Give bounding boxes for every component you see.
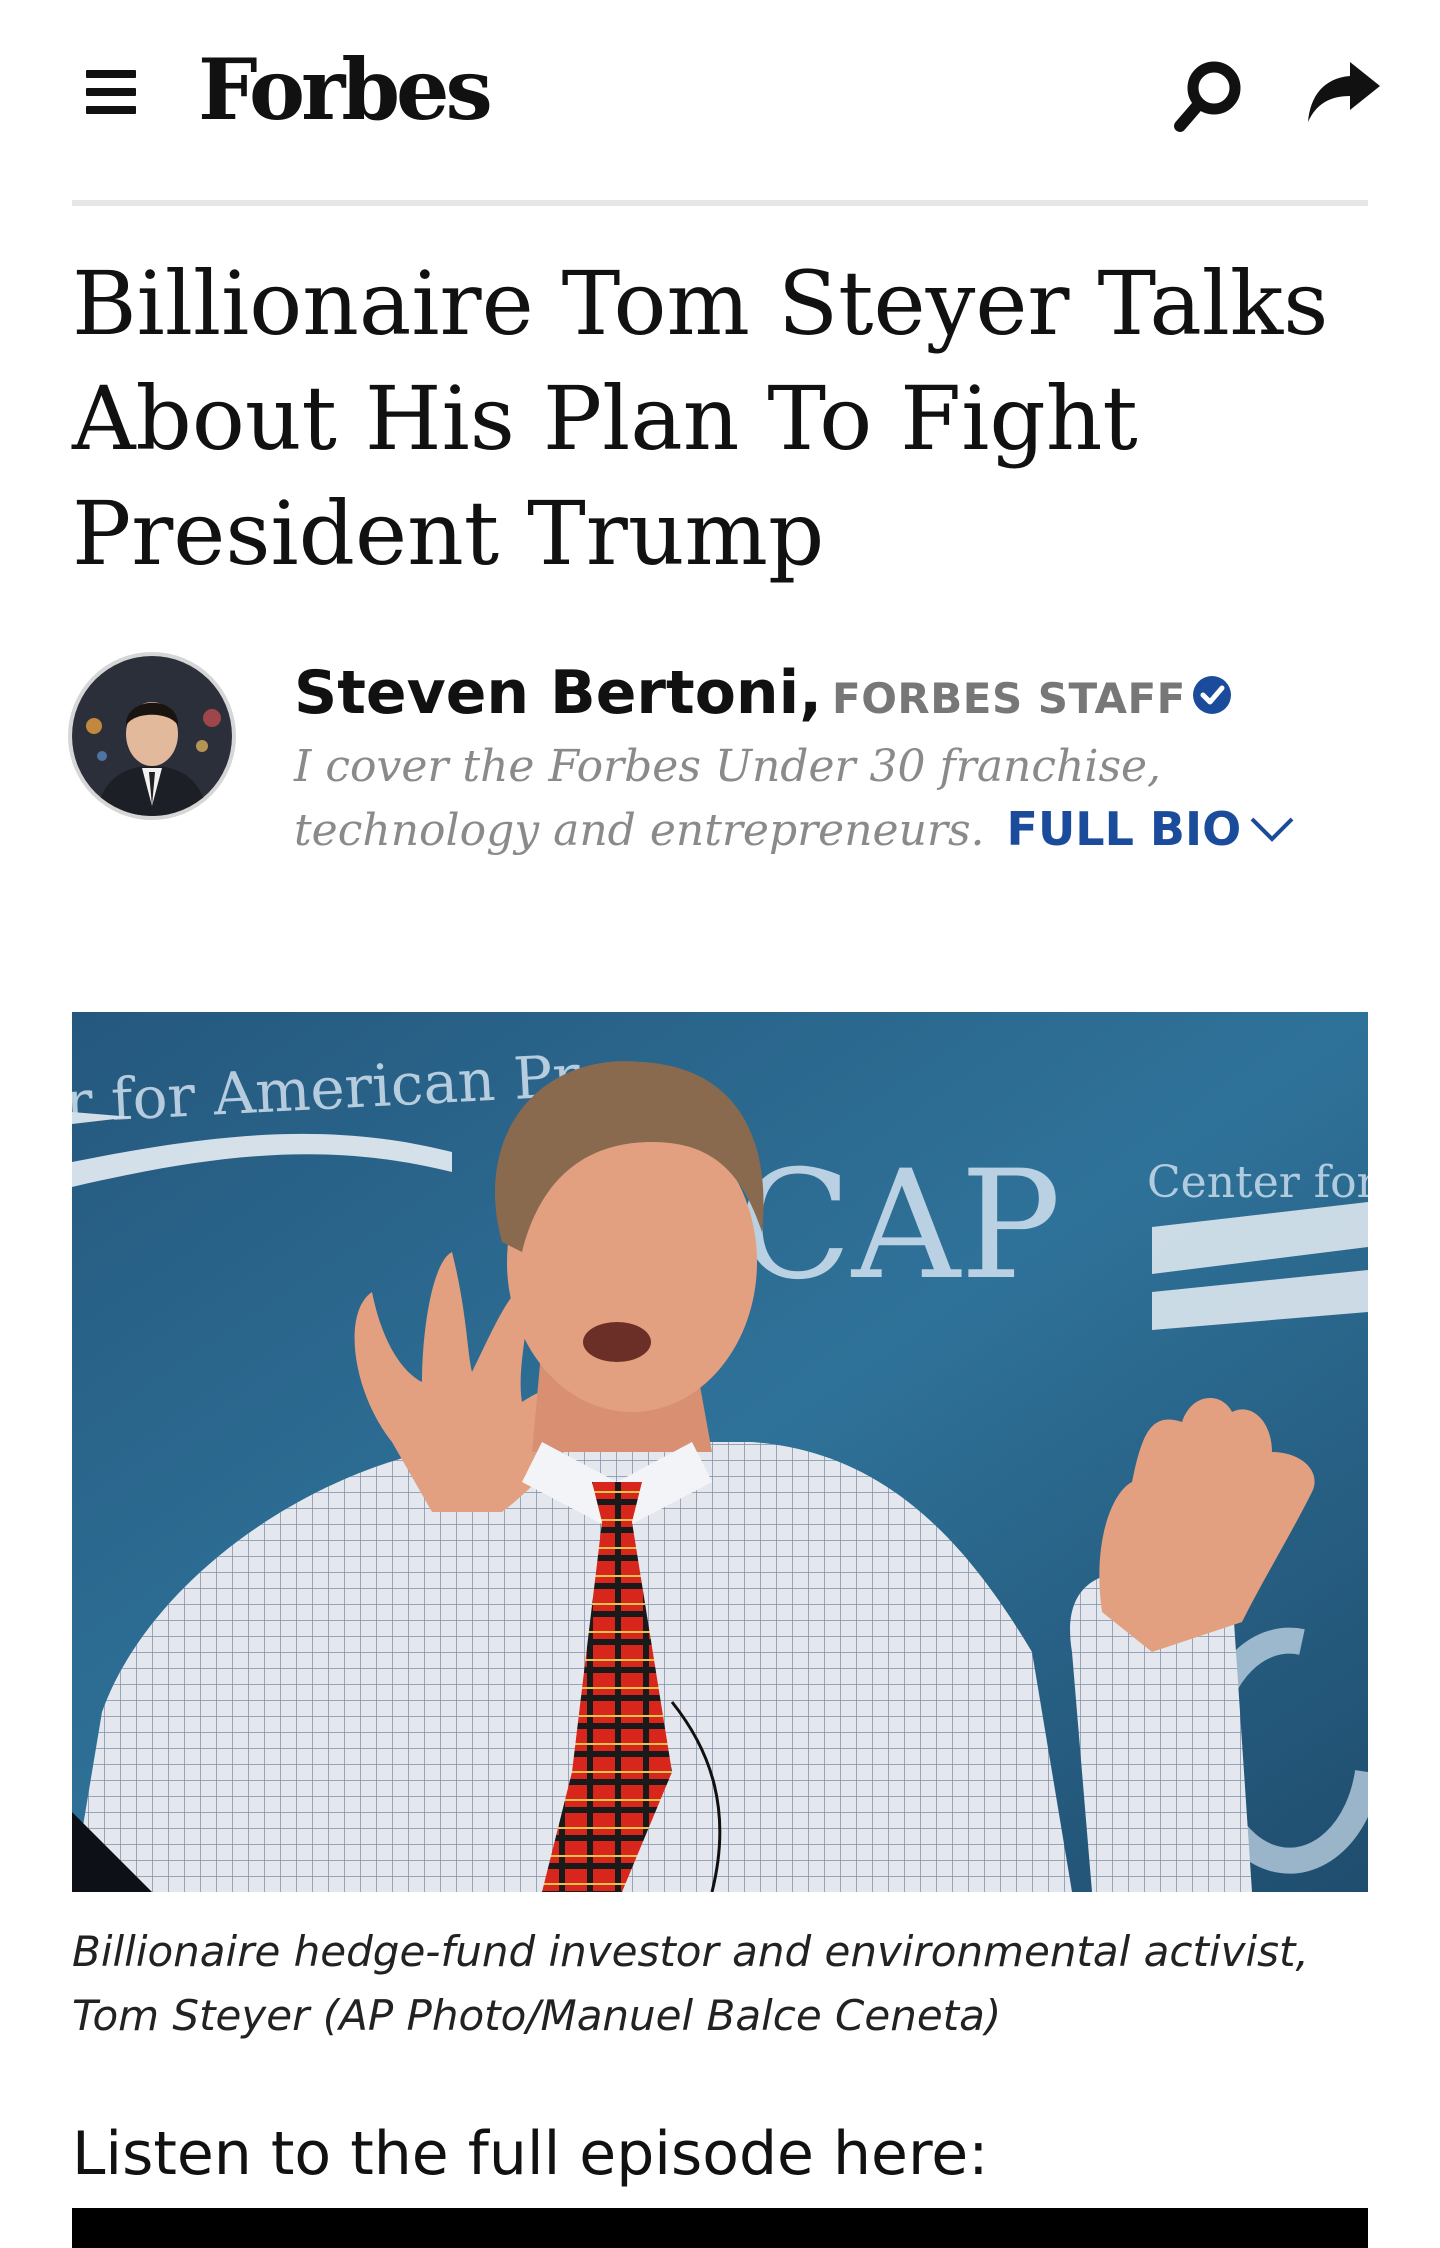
- full-bio-label: FULL BIO: [1006, 802, 1242, 856]
- share-icon[interactable]: [1304, 58, 1384, 128]
- hero-image: r for American Pr CAP Center for A: [72, 1012, 1368, 1892]
- image-caption: Billionaire hedge-fund investor and envi…: [72, 1927, 1309, 2040]
- author-avatar[interactable]: [68, 652, 236, 820]
- verified-badge-icon: [1192, 675, 1232, 715]
- podcast-player-embed[interactable]: [72, 2208, 1368, 2248]
- chevron-down-icon: [1250, 817, 1294, 842]
- author-name[interactable]: Steven Bertoni,: [294, 658, 822, 728]
- full-bio-link[interactable]: FULL BIO: [1007, 802, 1296, 856]
- search-icon[interactable]: [1168, 56, 1248, 136]
- hero-banner-right-text: Center for A: [1147, 1157, 1368, 1208]
- hero-cap-text: CAP: [737, 1139, 1061, 1313]
- article-title: Billionaire Tom Steyer Talks About His P…: [72, 252, 1329, 585]
- listen-heading: Listen to the full episode here:: [72, 2119, 989, 2189]
- menu-icon[interactable]: [86, 70, 136, 114]
- forbes-logo[interactable]: Forbes: [198, 48, 493, 132]
- author-bio: I cover the Forbes Under 30 franchise, t…: [294, 736, 1394, 862]
- header-divider: [72, 200, 1368, 206]
- author-role-label: FORBES STAFF: [832, 674, 1186, 723]
- author-byline: Steven Bertoni, FORBES STAFF I cover the …: [68, 652, 1388, 872]
- top-nav-bar: Forbes: [0, 0, 1440, 200]
